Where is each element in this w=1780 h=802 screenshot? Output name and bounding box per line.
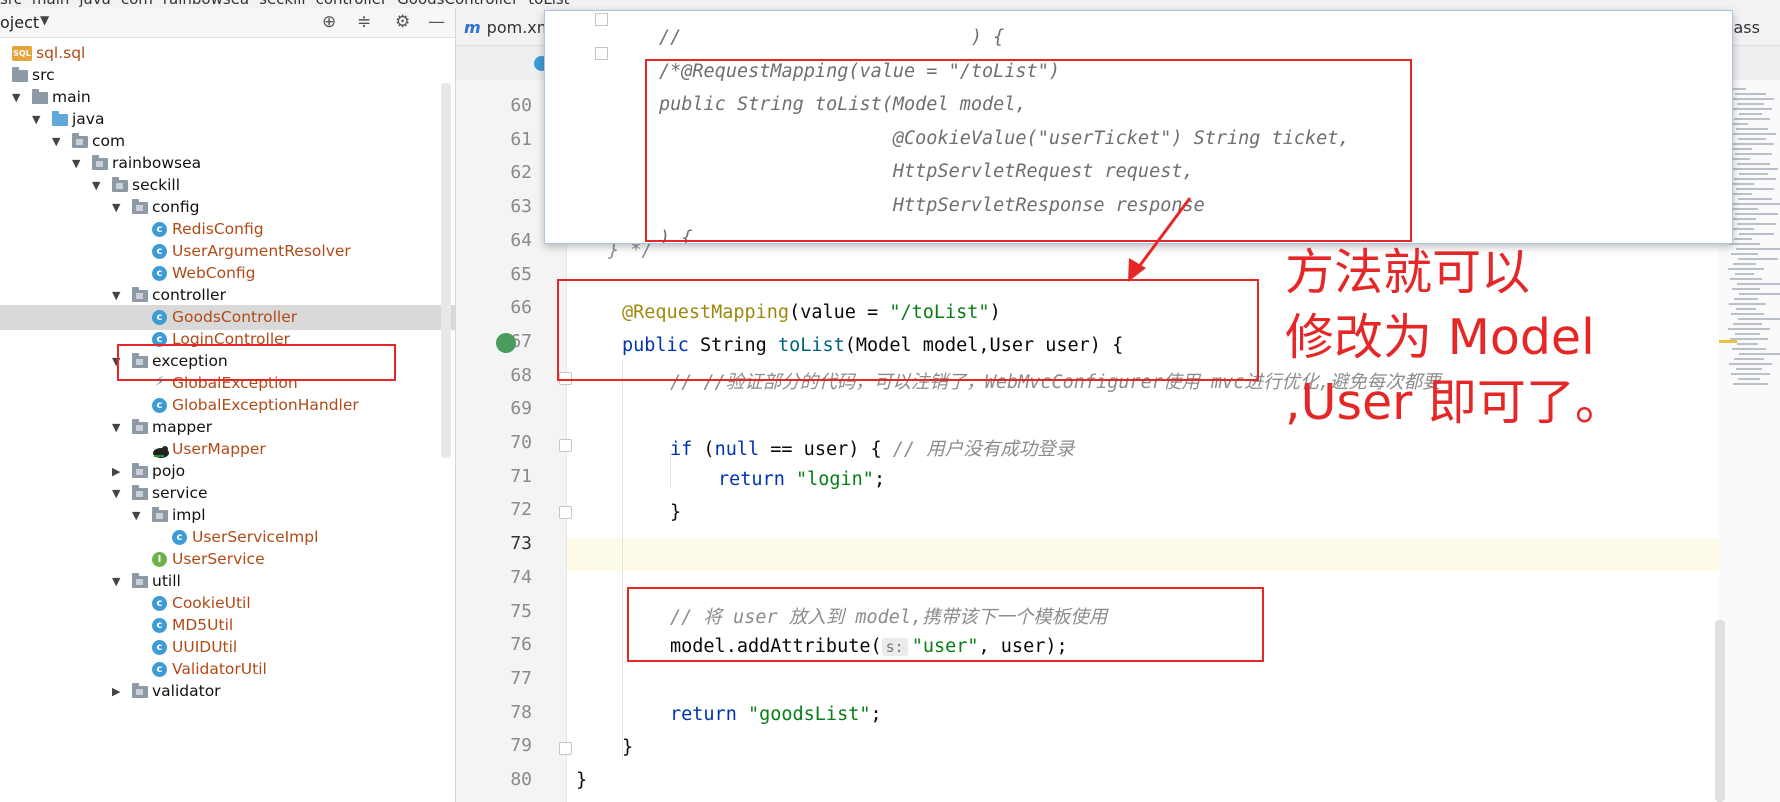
fold-marker-icon[interactable]: [559, 742, 572, 756]
collapse-icon[interactable]: ≑: [357, 12, 371, 32]
code-line-71: return "login";: [718, 469, 886, 490]
package-icon: [132, 419, 148, 434]
line-number: 65: [510, 263, 532, 285]
breadcrumb-item[interactable]: src: [0, 0, 22, 8]
line-number: 80: [510, 769, 532, 790]
fold-marker-icon: [595, 13, 608, 26]
package-icon: [92, 155, 108, 170]
crosshair-icon[interactable]: ⊕: [322, 12, 336, 32]
class-icon: c: [152, 222, 167, 237]
error-stripe-minimap[interactable]: [1728, 88, 1780, 408]
line-number: 77: [510, 667, 532, 689]
tree-item-label: validator: [152, 682, 221, 700]
package-icon: [132, 683, 148, 698]
line-number: 73: [510, 533, 532, 555]
class-icon: c: [152, 640, 167, 655]
class-icon: c: [152, 310, 167, 325]
code-line-70: if (null == user) { // 用户没有成功登录: [670, 439, 1075, 460]
breadcrumb: src main java com rainbowsea seckill controlle…: [0, 0, 1780, 8]
chevron-right-icon[interactable]: ▶: [112, 679, 120, 704]
tree-item[interactable]: ▶ validator: [0, 679, 455, 704]
gear-icon[interactable]: ⚙: [395, 12, 410, 32]
package-icon: [152, 507, 168, 522]
breadcrumb-item[interactable]: controller: [316, 0, 388, 8]
line-number: 60: [510, 95, 532, 116]
interface-icon: I: [152, 552, 167, 567]
code-line-80: }: [576, 770, 588, 791]
line-number: 71: [510, 465, 532, 487]
breadcrumb-item[interactable]: com: [121, 0, 153, 8]
fold-marker-icon[interactable]: [559, 439, 572, 452]
annotation-box-popup-signature: [645, 59, 1412, 242]
package-icon: [132, 199, 148, 214]
project-toolbar: oject ▼ ⊕ ≑ ⚙ —: [0, 8, 455, 38]
fold-marker-icon[interactable]: [559, 506, 572, 520]
line-number: 69: [510, 398, 532, 420]
tab-class[interactable]: lass: [1729, 18, 1760, 37]
code-line-79: }: [622, 737, 634, 758]
indent-guide: [622, 360, 623, 760]
dropdown-chevron-icon[interactable]: ▼: [40, 13, 49, 27]
breadcrumb-item[interactable]: rainbowsea: [163, 0, 249, 8]
sql-file-icon: SQL: [12, 46, 32, 61]
package-icon: [112, 177, 128, 192]
line-number: 64: [510, 229, 532, 251]
package-icon: [132, 485, 148, 500]
project-title[interactable]: oject: [0, 13, 39, 32]
breadcrumb-item[interactable]: GoodsController: [397, 0, 518, 8]
line-number: 79: [510, 735, 532, 757]
editor-scrollbar[interactable]: [1715, 620, 1725, 802]
class-icon: c: [152, 398, 167, 413]
breadcrumb-item[interactable]: toList: [528, 0, 569, 8]
class-icon: c: [152, 244, 167, 259]
breadcrumb-item[interactable]: main: [32, 0, 69, 8]
annotation-box-new-signature: [557, 279, 1259, 381]
package-icon: [72, 133, 88, 148]
line-number: 72: [510, 499, 532, 521]
class-icon: c: [152, 596, 167, 611]
code-line-72: }: [670, 502, 682, 523]
line-number: 61: [510, 128, 532, 150]
class-icon: c: [152, 662, 167, 677]
class-icon: c: [152, 266, 167, 281]
line-number: 68: [510, 364, 532, 386]
annotation-box-tree-selection: [117, 344, 396, 381]
maven-icon: m: [464, 18, 481, 37]
tab-pom-xml[interactable]: m pom.xml: [464, 18, 557, 37]
line-number: 78: [510, 701, 532, 723]
line-number: 63: [510, 196, 532, 218]
breadcrumb-item[interactable]: seckill: [259, 0, 305, 8]
run-gutter-icon[interactable]: [496, 333, 516, 353]
tree-scrollbar[interactable]: [441, 83, 451, 458]
folder-icon: [12, 67, 28, 82]
popup-code-line: // ) {: [659, 27, 1005, 48]
package-icon: [132, 573, 148, 588]
folder-icon: [32, 89, 48, 104]
folder-icon: [52, 111, 68, 126]
line-number: 75: [510, 600, 532, 622]
class-icon: c: [172, 530, 187, 545]
project-panel: oject ▼ ⊕ ≑ ⚙ — SQL sql.sql src ▼ main ▼ java ▼…: [0, 8, 456, 802]
breadcrumb-item[interactable]: java: [79, 0, 110, 8]
mybatis-icon: [152, 442, 170, 458]
line-number: 62: [510, 162, 532, 184]
annotation-box-add-attribute: [627, 587, 1264, 662]
package-icon: [132, 287, 148, 302]
fold-marker-icon: [595, 46, 608, 60]
minimize-icon[interactable]: —: [428, 12, 445, 32]
annotation-note: 方法就可以 修改为 Model ,User 即可了。: [1285, 244, 1624, 431]
class-icon: c: [152, 618, 167, 633]
line-number: 76: [510, 634, 532, 656]
line-number: 74: [510, 566, 532, 588]
line-number: 66: [510, 297, 532, 319]
code-line-78: return "goodsList";: [670, 704, 882, 725]
package-icon: [132, 463, 148, 478]
line-number: 70: [510, 432, 532, 453]
